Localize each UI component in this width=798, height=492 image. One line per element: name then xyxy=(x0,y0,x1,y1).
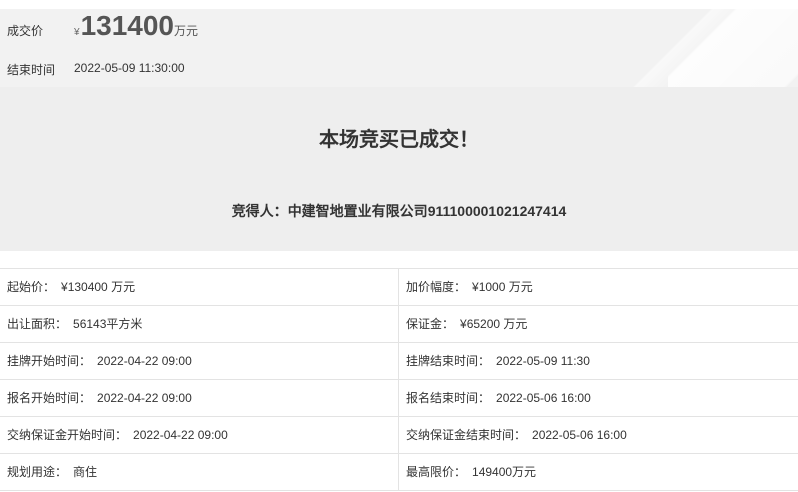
listing-start-value: 2022-04-22 09:00 xyxy=(97,354,192,368)
final-price-unit: 万元 xyxy=(174,24,199,38)
registration-end-label: 报名结束时间： xyxy=(406,391,491,405)
auction-details-table: 起始价： ¥130400 万元 加价幅度： ¥1000 万元 出让面积： 56143平… xyxy=(0,268,798,491)
table-row: 报名开始时间： 2022-04-22 09:00 报名结束时间： 2022-05-0… xyxy=(0,380,798,417)
deposit-payment-start-value: 2022-04-22 09:00 xyxy=(133,428,228,442)
registration-end-cell: 报名结束时间： 2022-05-06 16:00 xyxy=(398,380,797,416)
planned-use-cell: 规划用途： 商住 xyxy=(0,454,398,490)
deposit-label: 保证金： xyxy=(406,317,455,331)
registration-start-value: 2022-04-22 09:00 xyxy=(97,391,192,405)
deposit-payment-end-value: 2022-05-06 16:00 xyxy=(532,428,627,442)
final-price-value: 131400 xyxy=(80,10,174,41)
planned-use-label: 规划用途： xyxy=(7,465,68,479)
final-price: ¥131400万元 xyxy=(74,10,198,42)
result-title: 本场竞买已成交！ xyxy=(319,129,479,151)
background-decoration xyxy=(618,9,738,87)
deposit-payment-start-cell: 交纳保证金开始时间： 2022-04-22 09:00 xyxy=(0,417,398,453)
deposit-cell: 保证金： ¥65200 万元 xyxy=(398,306,797,342)
deposit-payment-end-label: 交纳保证金结束时间： xyxy=(406,428,527,442)
winner-label: 竞得人： xyxy=(231,203,288,219)
deposit-payment-end-cell: 交纳保证金结束时间： 2022-05-06 16:00 xyxy=(398,417,797,453)
table-row: 起始价： ¥130400 万元 加价幅度： ¥1000 万元 xyxy=(0,269,798,306)
result-panel: 本场竞买已成交！ 竞得人：中建智地置业有限公司91110000102124741… xyxy=(0,87,798,251)
price-cap-cell: 最高限价： 149400万元 xyxy=(398,454,797,490)
starting-price-cell: 起始价： ¥130400 万元 xyxy=(0,269,398,305)
starting-price-label: 起始价： xyxy=(7,280,56,294)
starting-price-value: ¥130400 万元 xyxy=(61,280,136,294)
price-panel: 成交价 ¥131400万元 结束时间 2022-05-09 11:30:00 xyxy=(0,9,798,87)
winner-line: 竞得人：中建智地置业有限公司911100001021247414 xyxy=(0,201,798,221)
planned-use-value: 商住 xyxy=(73,465,98,479)
listing-end-label: 挂牌结束时间： xyxy=(406,354,491,368)
land-area-value: 56143平方米 xyxy=(73,317,143,331)
price-cap-label: 最高限价： xyxy=(406,465,467,479)
table-row: 出让面积： 56143平方米 保证金： ¥65200 万元 xyxy=(0,306,798,343)
land-area-cell: 出让面积： 56143平方米 xyxy=(0,306,398,342)
listing-start-cell: 挂牌开始时间： 2022-04-22 09:00 xyxy=(0,343,398,379)
registration-start-cell: 报名开始时间： 2022-04-22 09:00 xyxy=(0,380,398,416)
listing-start-label: 挂牌开始时间： xyxy=(7,354,92,368)
bid-increment-cell: 加价幅度： ¥1000 万元 xyxy=(398,269,797,305)
bid-increment-value: ¥1000 万元 xyxy=(472,280,533,294)
end-time-label: 结束时间 xyxy=(7,63,56,77)
listing-end-value: 2022-05-09 11:30 xyxy=(496,354,590,368)
registration-start-label: 报名开始时间： xyxy=(7,391,92,405)
deposit-payment-start-label: 交纳保证金开始时间： xyxy=(7,428,128,442)
table-row: 规划用途： 商住 最高限价： 149400万元 xyxy=(0,454,798,491)
winner-code: 911100001021247414 xyxy=(427,203,567,219)
land-area-label: 出让面积： xyxy=(7,317,68,331)
winner-name: 中建智地置业有限公司 xyxy=(287,203,428,219)
registration-end-value: 2022-05-06 16:00 xyxy=(496,391,591,405)
table-row: 挂牌开始时间： 2022-04-22 09:00 挂牌结束时间： 2022-05-0… xyxy=(0,343,798,380)
currency-symbol: ¥ xyxy=(74,27,80,38)
end-time-value: 2022-05-09 11:30:00 xyxy=(74,61,185,75)
bid-increment-label: 加价幅度： xyxy=(406,280,467,294)
listing-end-cell: 挂牌结束时间： 2022-05-09 11:30 xyxy=(398,343,797,379)
deposit-value: ¥65200 万元 xyxy=(460,317,528,331)
final-price-label: 成交价 xyxy=(7,24,44,38)
table-row: 交纳保证金开始时间： 2022-04-22 09:00 交纳保证金结束时间： 202… xyxy=(0,417,798,454)
price-cap-value: 149400万元 xyxy=(472,465,537,479)
